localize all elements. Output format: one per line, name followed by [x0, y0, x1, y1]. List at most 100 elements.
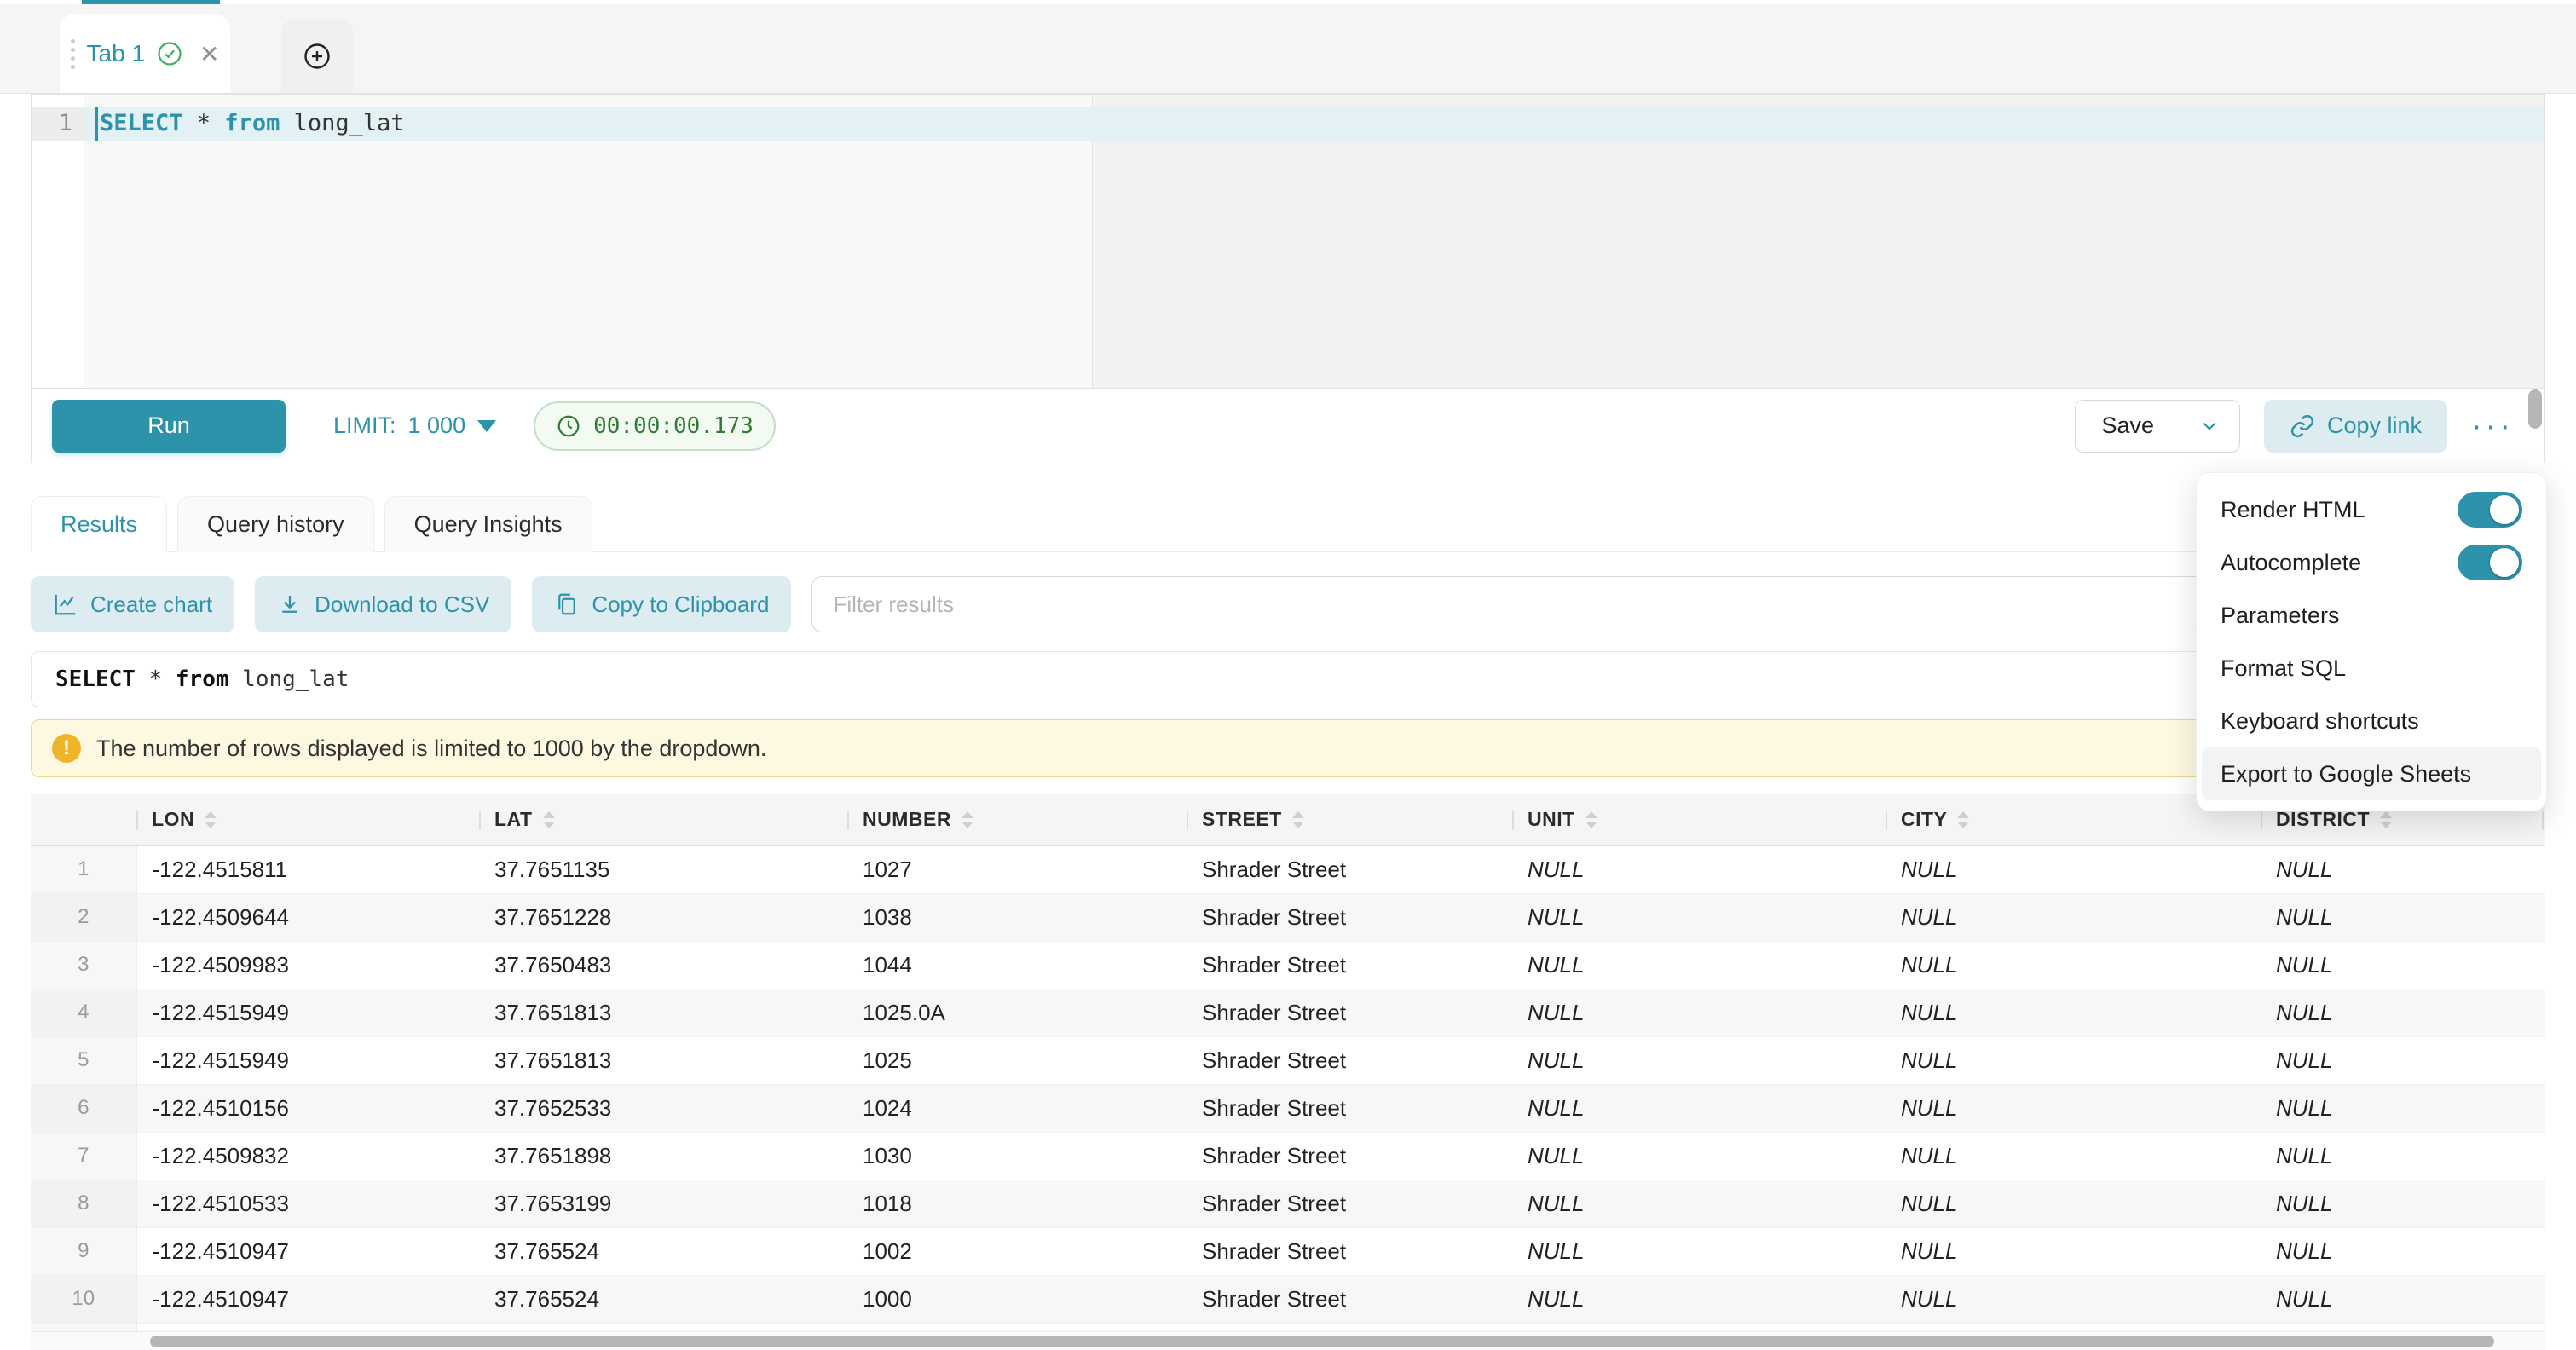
horizontal-scrollbar-thumb[interactable]: [150, 1336, 2494, 1347]
table-cell[interactable]: NULL: [2261, 1132, 2542, 1180]
table-cell[interactable]: NULL: [1512, 1132, 1886, 1180]
row-number[interactable]: 4: [31, 989, 136, 1036]
row-number[interactable]: 1: [31, 845, 136, 893]
more-options-button[interactable]: ···: [2471, 410, 2514, 442]
table-cell[interactable]: NULL: [2261, 989, 2542, 1036]
table-cell[interactable]: -122.4510947: [136, 1227, 479, 1275]
table-cell[interactable]: NULL: [1886, 893, 2261, 941]
table-cell[interactable]: Shrader Street: [1187, 1180, 1512, 1227]
table-cell[interactable]: -122.4510533: [136, 1180, 479, 1227]
table-cell[interactable]: NULL: [1886, 1132, 2261, 1180]
table-cell[interactable]: 37.7650483: [479, 941, 847, 989]
column-header-number[interactable]: NUMBER: [847, 794, 1187, 845]
drag-handle-icon[interactable]: [71, 39, 75, 69]
save-options-button[interactable]: [2180, 401, 2239, 452]
table-cell[interactable]: 1025.0A: [847, 989, 1187, 1036]
table-cell[interactable]: 37.7651135: [479, 845, 847, 893]
table-cell[interactable]: NULL: [1886, 1036, 2261, 1084]
toggle-render-html[interactable]: [2458, 492, 2522, 528]
menu-item-keyboard-shortcuts[interactable]: Keyboard shortcuts: [2197, 695, 2546, 747]
table-cell[interactable]: 37.7651898: [479, 1132, 847, 1180]
column-header-lat[interactable]: LAT: [479, 794, 847, 845]
column-header-unit[interactable]: UNIT: [1512, 794, 1886, 845]
table-cell[interactable]: 1018: [847, 1180, 1187, 1227]
table-cell[interactable]: NULL: [1886, 1084, 2261, 1132]
row-number[interactable]: 2: [31, 893, 136, 941]
table-cell[interactable]: [2542, 1227, 2545, 1275]
table-cell[interactable]: Shrader Street: [1187, 845, 1512, 893]
table-cell[interactable]: -122.4510156: [136, 1084, 479, 1132]
row-number[interactable]: 10: [31, 1275, 136, 1323]
table-cell[interactable]: 37.7651813: [479, 1036, 847, 1084]
table-cell[interactable]: -122.4515811: [136, 845, 479, 893]
row-number[interactable]: 5: [31, 1036, 136, 1084]
limit-dropdown[interactable]: LIMIT: 1 000: [333, 412, 496, 439]
table-cell[interactable]: Shrader Street: [1187, 1227, 1512, 1275]
copy-to-clipboard-button[interactable]: Copy to Clipboard: [532, 576, 791, 632]
table-cell[interactable]: NULL: [2261, 1036, 2542, 1084]
save-button[interactable]: Save: [2076, 401, 2180, 452]
table-cell[interactable]: NULL: [1512, 1084, 1886, 1132]
menu-item-format-sql[interactable]: Format SQL: [2197, 642, 2546, 695]
table-cell[interactable]: NULL: [1512, 1180, 1886, 1227]
table-cell[interactable]: NULL: [1886, 941, 2261, 989]
table-cell[interactable]: NULL: [2261, 1180, 2542, 1227]
menu-item-parameters[interactable]: Parameters: [2197, 589, 2546, 642]
table-cell[interactable]: NULL: [2261, 1084, 2542, 1132]
table-cell[interactable]: 1030: [847, 1132, 1187, 1180]
table-cell[interactable]: Shrader Street: [1187, 989, 1512, 1036]
table-cell[interactable]: -122.4509983: [136, 941, 479, 989]
horizontal-scrollbar[interactable]: [31, 1331, 2545, 1350]
table-cell[interactable]: 1000: [847, 1275, 1187, 1323]
create-chart-button[interactable]: Create chart: [31, 576, 234, 632]
table-cell[interactable]: Shrader Street: [1187, 941, 1512, 989]
column-header-lon[interactable]: LON: [136, 794, 479, 845]
table-cell[interactable]: [2542, 1132, 2545, 1180]
table-cell[interactable]: 37.7653199: [479, 1180, 847, 1227]
table-cell[interactable]: 37.765524: [479, 1275, 847, 1323]
row-number[interactable]: 9: [31, 1227, 136, 1275]
table-cell[interactable]: [2542, 941, 2545, 989]
table-cell[interactable]: NULL: [1512, 1275, 1886, 1323]
tab-query-history[interactable]: Query history: [177, 496, 374, 552]
table-cell[interactable]: Shrader Street: [1187, 1275, 1512, 1323]
run-button[interactable]: Run: [52, 400, 286, 453]
copy-link-button[interactable]: Copy link: [2264, 400, 2447, 453]
table-cell[interactable]: 37.7651228: [479, 893, 847, 941]
table-cell[interactable]: Shrader Street: [1187, 1132, 1512, 1180]
table-cell[interactable]: [2542, 989, 2545, 1036]
table-cell[interactable]: NULL: [1512, 845, 1886, 893]
table-cell[interactable]: NULL: [1886, 1227, 2261, 1275]
row-number[interactable]: 6: [31, 1084, 136, 1132]
table-cell[interactable]: NULL: [2261, 1227, 2542, 1275]
table-cell[interactable]: Shrader Street: [1187, 1036, 1512, 1084]
table-cell[interactable]: NULL: [1512, 989, 1886, 1036]
table-cell[interactable]: 1038: [847, 893, 1187, 941]
close-tab-icon[interactable]: ✕: [199, 40, 219, 68]
table-cell[interactable]: NULL: [1886, 1180, 2261, 1227]
download-to-csv-button[interactable]: Download to CSV: [255, 576, 511, 632]
table-cell[interactable]: 1002: [847, 1227, 1187, 1275]
table-cell[interactable]: NULL: [2261, 893, 2542, 941]
table-cell[interactable]: 37.765524: [479, 1227, 847, 1275]
menu-item-autocomplete[interactable]: Autocomplete: [2197, 536, 2546, 589]
tab-results[interactable]: Results: [31, 496, 167, 552]
tab-1[interactable]: Tab 1 ✕: [60, 14, 230, 93]
row-number[interactable]: 7: [31, 1132, 136, 1180]
table-cell[interactable]: -122.4509644: [136, 893, 479, 941]
row-number[interactable]: 8: [31, 1180, 136, 1227]
table-cell[interactable]: Shrader Street: [1187, 1084, 1512, 1132]
table-cell[interactable]: 37.7652533: [479, 1084, 847, 1132]
table-cell[interactable]: Shrader Street: [1187, 893, 1512, 941]
table-cell[interactable]: NULL: [1512, 1036, 1886, 1084]
table-cell[interactable]: NULL: [1512, 893, 1886, 941]
table-cell[interactable]: 1044: [847, 941, 1187, 989]
table-cell[interactable]: NULL: [1886, 845, 2261, 893]
row-number[interactable]: 3: [31, 941, 136, 989]
table-cell[interactable]: NULL: [1886, 989, 2261, 1036]
table-cell[interactable]: [2542, 1084, 2545, 1132]
add-tab-button[interactable]: [281, 20, 353, 93]
toggle-autocomplete[interactable]: [2458, 545, 2522, 580]
table-cell[interactable]: -122.4510947: [136, 1275, 479, 1323]
table-cell[interactable]: NULL: [1512, 1227, 1886, 1275]
